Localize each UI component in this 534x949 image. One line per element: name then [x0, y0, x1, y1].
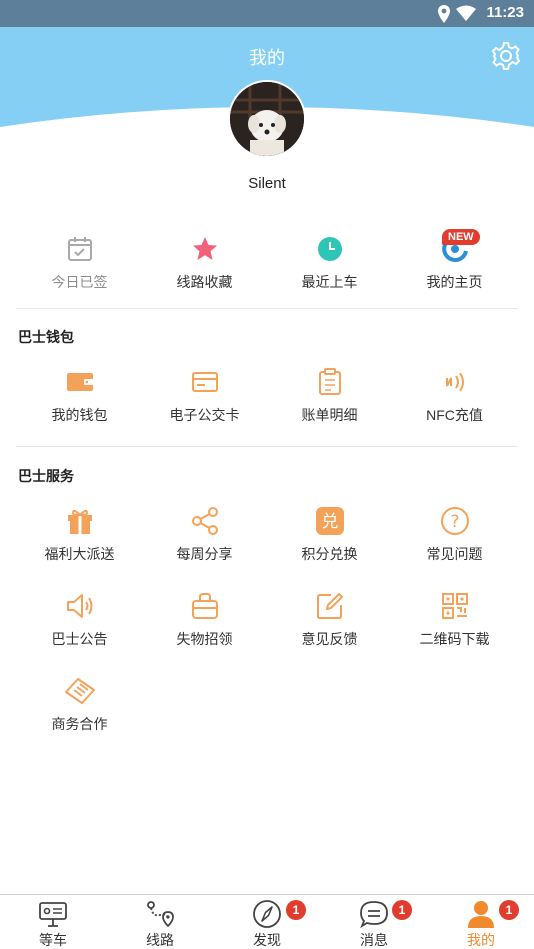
route-icon	[107, 895, 213, 929]
tab-waiting[interactable]: 等车	[0, 895, 106, 949]
wifi-icon	[456, 5, 476, 26]
feedback-edit-icon	[267, 589, 392, 623]
clock-time: 11:23	[486, 4, 524, 21]
tab-routes[interactable]: 线路	[107, 895, 213, 949]
tab-label: 发现	[253, 932, 281, 948]
wallet-item-label: 我的钱包	[51, 407, 108, 423]
tab-discover[interactable]: 发现 1	[214, 895, 320, 949]
bottom-tab-bar: 等车 线路 发现 1 消息 1 我的 1	[0, 894, 534, 949]
speaker-icon	[17, 589, 142, 623]
tab-mine[interactable]: 我的 1	[428, 895, 534, 949]
avatar[interactable]	[230, 82, 304, 156]
share-icon	[142, 504, 267, 538]
service-item-label: 巴士公告	[51, 631, 108, 647]
service-item-label: 每周分享	[176, 546, 233, 562]
clock-icon	[267, 232, 392, 266]
wallet-item-label: NFC充值	[426, 407, 483, 423]
tab-label: 线路	[146, 932, 174, 948]
settings-gear-icon[interactable]	[490, 40, 522, 72]
service-item-qr-download[interactable]: 二维码下载	[392, 589, 517, 649]
bill-icon	[267, 365, 392, 399]
wallet-item-bus-card[interactable]: 电子公交卡	[142, 365, 267, 425]
question-icon: ?	[392, 504, 517, 538]
service-item-announcement[interactable]: 巴士公告	[17, 589, 142, 649]
handshake-icon	[17, 674, 142, 708]
service-item-lost-found[interactable]: 失物招领	[142, 589, 267, 649]
wallet-section-title: 巴士钱包	[18, 329, 74, 345]
tab-badge: 1	[392, 900, 412, 920]
location-icon	[437, 5, 451, 28]
service-item-label: 商务合作	[51, 716, 108, 732]
wallet-item-label: 电子公交卡	[169, 407, 240, 423]
bus-card-icon	[142, 365, 267, 399]
quick-action-label: 我的主页	[426, 274, 483, 290]
services-section-title: 巴士服务	[18, 468, 74, 484]
service-item-feedback[interactable]: 意见反馈	[267, 589, 392, 649]
service-item-label: 积分兑换	[301, 546, 358, 562]
star-icon	[142, 232, 267, 266]
question-glyph: ?	[450, 512, 459, 532]
qr-code-icon	[392, 589, 517, 623]
quick-action-label: 今日已签	[51, 274, 108, 290]
tab-badge: 1	[499, 900, 519, 920]
status-bar: 11:23	[0, 0, 534, 27]
service-item-label: 失物招领	[176, 631, 233, 647]
page-title: 我的	[249, 48, 285, 68]
divider	[16, 446, 518, 447]
quick-action-recent[interactable]: 最近上车	[267, 232, 392, 292]
calendar-check-icon	[17, 232, 142, 266]
service-item-label: 常见问题	[426, 546, 483, 562]
quick-action-checkin[interactable]: 今日已签	[17, 232, 142, 292]
service-item-gift[interactable]: 福利大派送	[17, 504, 142, 564]
divider	[16, 308, 518, 309]
bag-icon	[142, 589, 267, 623]
nfc-icon	[392, 365, 517, 399]
tab-badge: 1	[286, 900, 306, 920]
tab-messages[interactable]: 消息 1	[321, 895, 427, 949]
wallet-icon	[17, 365, 142, 399]
points-exchange-icon: 兑	[267, 504, 392, 538]
quick-action-label: 线路收藏	[176, 274, 233, 290]
points-exchange-glyph: 兑	[321, 512, 338, 532]
service-item-label: 福利大派送	[44, 546, 115, 562]
service-item-share[interactable]: 每周分享	[142, 504, 267, 564]
tab-label: 等车	[39, 932, 67, 948]
service-item-points[interactable]: 兑 积分兑换	[267, 504, 392, 564]
wallet-item-bill[interactable]: 账单明细	[267, 365, 392, 425]
service-item-business[interactable]: 商务合作	[17, 674, 142, 734]
service-item-label: 二维码下载	[419, 631, 490, 647]
service-item-label: 意见反馈	[301, 631, 358, 647]
gift-icon	[17, 504, 142, 538]
wallet-item-my-wallet[interactable]: 我的钱包	[17, 365, 142, 425]
bus-stop-icon	[0, 895, 106, 929]
tab-label: 我的	[467, 932, 495, 948]
service-item-faq[interactable]: ? 常见问题	[392, 504, 517, 564]
wallet-item-label: 账单明细	[301, 407, 358, 423]
wallet-item-nfc[interactable]: NFC充值	[392, 365, 517, 425]
tab-label: 消息	[360, 932, 388, 948]
quick-action-label: 最近上车	[301, 274, 358, 290]
quick-action-favorites[interactable]: 线路收藏	[142, 232, 267, 292]
username: Silent	[248, 175, 286, 192]
new-badge: NEW	[442, 229, 480, 245]
